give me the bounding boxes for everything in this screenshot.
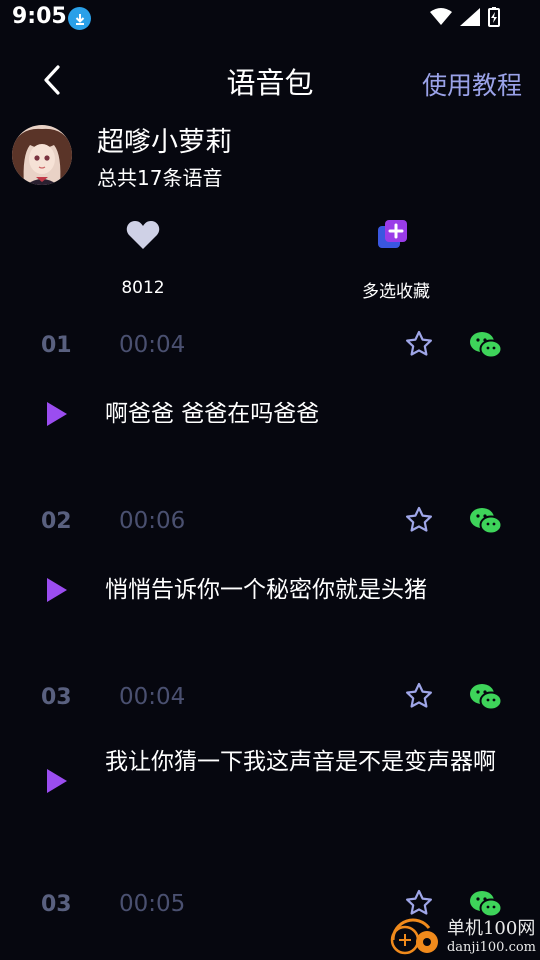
avatar	[12, 125, 72, 185]
play-button[interactable]	[46, 577, 72, 605]
favorite-button[interactable]	[405, 506, 435, 536]
status-time: 9:05	[12, 4, 67, 29]
star-icon	[406, 330, 432, 356]
star-icon	[406, 682, 432, 708]
item-duration: 00:05	[119, 891, 186, 917]
favorite-button[interactable]	[405, 682, 435, 712]
play-button[interactable]	[46, 768, 72, 796]
watermark: 单机100网 danji100.com	[385, 912, 536, 956]
item-index: 01	[41, 333, 72, 358]
voice-count: 总共17条语音	[97, 166, 223, 190]
multi-select-label[interactable]: 多选收藏	[346, 277, 446, 302]
watermark-logo-icon	[390, 918, 438, 955]
item-index: 03	[41, 685, 72, 710]
item-text: 我让你猜一下我这声音是不是变声器啊	[105, 749, 496, 775]
multi-select-add-icon	[378, 220, 407, 248]
profile-name: 超嗲小萝莉	[97, 127, 232, 158]
watermark-brand: 单机100网	[446, 917, 536, 939]
wechat-share-button[interactable]	[469, 330, 503, 360]
item-text: 啊爸爸 爸爸在吗爸爸	[105, 401, 320, 427]
play-button[interactable]	[46, 401, 72, 429]
wifi-icon	[430, 8, 452, 25]
watermark-domain: danji100.com	[446, 939, 536, 955]
status-icons	[430, 7, 500, 27]
heart-icon	[126, 221, 160, 249]
favorite-button[interactable]	[405, 330, 435, 360]
item-index: 02	[41, 509, 72, 534]
star-icon	[406, 506, 432, 532]
item-index: 03	[41, 892, 72, 917]
wechat-share-button[interactable]	[469, 506, 503, 536]
play-icon	[47, 769, 67, 793]
play-icon	[47, 402, 67, 426]
wechat-icon	[470, 684, 503, 711]
item-text: 悄悄告诉你一个秘密你就是头猪	[105, 577, 427, 603]
wechat-icon	[470, 508, 503, 535]
battery-icon	[488, 7, 500, 27]
play-icon	[47, 578, 67, 602]
item-duration: 00:04	[119, 332, 186, 358]
signal-icon	[460, 8, 480, 26]
like-count: 8012	[121, 278, 165, 298]
item-duration: 00:06	[119, 508, 186, 534]
download-icon	[68, 7, 91, 30]
wechat-icon	[470, 332, 503, 359]
item-duration: 00:04	[119, 684, 186, 710]
like-button[interactable]	[110, 220, 176, 254]
multi-select-button[interactable]	[376, 218, 416, 256]
wechat-share-button[interactable]	[469, 682, 503, 712]
tutorial-link[interactable]: 使用教程	[422, 66, 522, 102]
